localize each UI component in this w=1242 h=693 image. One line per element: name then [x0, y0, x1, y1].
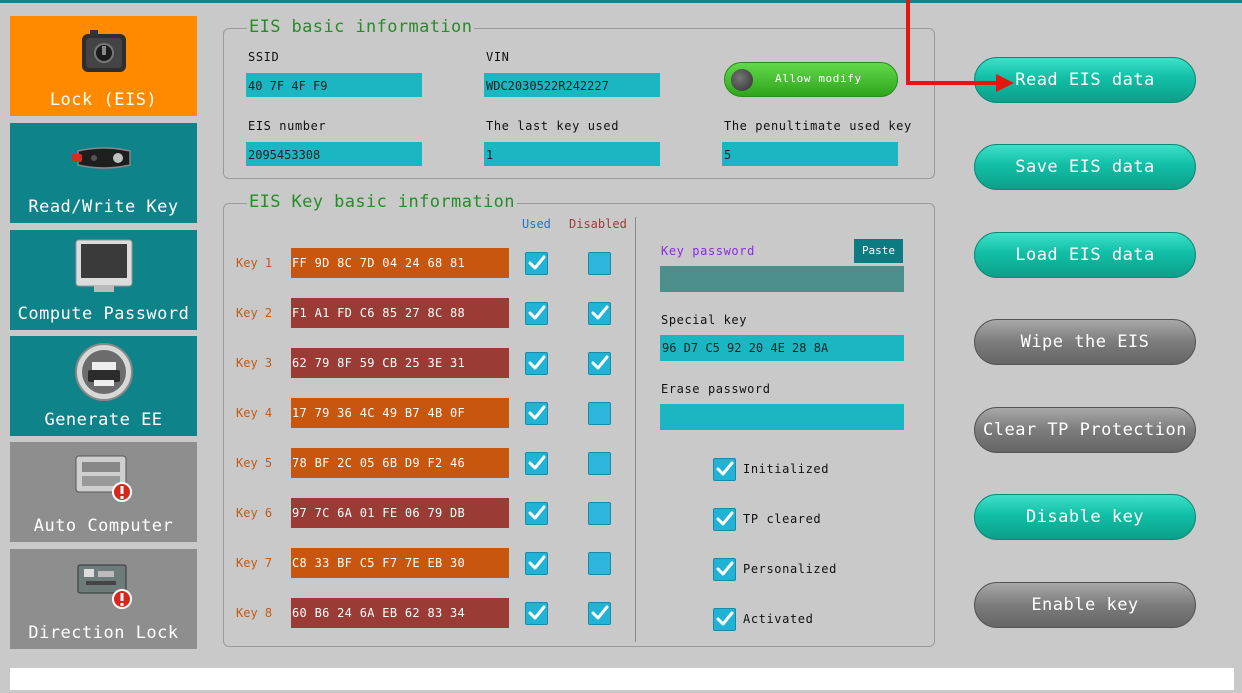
- disable-key-button[interactable]: Disable key: [974, 494, 1196, 540]
- erase-password-field[interactable]: [660, 404, 904, 430]
- save-eis-data-button[interactable]: Save EIS data: [974, 144, 1196, 190]
- car-key-icon: [10, 145, 197, 171]
- annotation-arrow-head-icon: [996, 74, 1014, 92]
- key-label: Key 6: [236, 506, 273, 520]
- key-value-field[interactable]: 17 79 36 4C 49 B7 4B 0F: [291, 398, 509, 428]
- eis-number-field[interactable]: 2095453308: [246, 142, 422, 166]
- clear-tp-protection-button[interactable]: Clear TP Protection: [974, 407, 1196, 453]
- used-checkbox[interactable]: [525, 602, 548, 625]
- vin-field[interactable]: WDC2030522R242227: [484, 73, 660, 97]
- sidebar-item-label: Direction Lock: [28, 623, 179, 643]
- allow-modify-toggle[interactable]: Allow modify: [724, 62, 898, 97]
- toggle-knob: [731, 69, 753, 91]
- eis-key-info-title: EIS Key basic information: [247, 192, 517, 212]
- status-checkbox[interactable]: [713, 458, 736, 481]
- penultimate-key-label: The penultimate used key: [724, 119, 912, 133]
- paste-button[interactable]: Paste: [854, 239, 903, 263]
- key-value-field[interactable]: C8 33 BF C5 F7 7E EB 30: [291, 548, 509, 578]
- status-checkbox[interactable]: [713, 608, 736, 631]
- key-label: Key 8: [236, 606, 273, 620]
- vin-label: VIN: [486, 50, 510, 64]
- annotation-arrow-line: [906, 81, 1002, 85]
- disabled-checkbox[interactable]: [588, 552, 611, 575]
- used-checkbox[interactable]: [525, 502, 548, 525]
- used-checkbox[interactable]: [525, 302, 548, 325]
- key-label: Key 5: [236, 456, 273, 470]
- sidebar-item-label: Generate EE: [44, 410, 163, 430]
- disabled-checkbox[interactable]: [588, 502, 611, 525]
- key-value-field[interactable]: FF 9D 8C 7D 04 24 68 81: [291, 248, 509, 278]
- top-bar: [0, 0, 1242, 3]
- status-checkbox[interactable]: [713, 508, 736, 531]
- key-label: Key 4: [236, 406, 273, 420]
- sidebar-item-generate-ee[interactable]: Generate EE: [10, 336, 197, 436]
- special-key-field[interactable]: 96 D7 C5 92 20 4E 28 8A: [660, 335, 904, 361]
- key-value-field[interactable]: 78 BF 2C 05 6B D9 F2 46: [291, 448, 509, 478]
- key-value-field[interactable]: 60 B6 24 6A EB 62 83 34: [291, 598, 509, 628]
- status-checkbox[interactable]: [713, 558, 736, 581]
- sidebar-item-read-write-key[interactable]: Read/Write Key: [10, 123, 197, 223]
- key-label: Key 7: [236, 556, 273, 570]
- disabled-checkbox[interactable]: [588, 352, 611, 375]
- ssid-label: SSID: [248, 50, 280, 64]
- last-key-field[interactable]: 1: [484, 142, 660, 166]
- disabled-checkbox[interactable]: [588, 452, 611, 475]
- computer-monitor-icon: [10, 238, 197, 294]
- sidebar-item-compute-password[interactable]: Compute Password: [10, 230, 197, 330]
- wipe-eis-button[interactable]: Wipe the EIS: [974, 319, 1196, 365]
- sidebar-item-label: Lock (EIS): [49, 90, 158, 110]
- disabled-checkbox[interactable]: [588, 302, 611, 325]
- printer-icon: [10, 342, 197, 402]
- status-bar: [10, 668, 1234, 690]
- last-key-label: The last key used: [486, 119, 620, 133]
- enable-key-button[interactable]: Enable key: [974, 582, 1196, 628]
- sidebar-item-auto-computer[interactable]: Auto Computer: [10, 442, 197, 542]
- sidebar-item-label: Read/Write Key: [28, 197, 179, 217]
- status-label: Personalized: [743, 562, 837, 576]
- lock-device-icon: [10, 28, 197, 76]
- disabled-column-header: Disabled: [569, 217, 627, 231]
- eis-basic-info-title: EIS basic information: [247, 17, 475, 37]
- annotation-arrow-shaft: [906, 0, 910, 85]
- key-value-field[interactable]: F1 A1 FD C6 85 27 8C 88: [291, 298, 509, 328]
- allow-modify-label: Allow modify: [775, 72, 862, 85]
- erase-password-label: Erase password: [661, 382, 771, 396]
- sidebar-item-lock-eis[interactable]: Lock (EIS): [10, 16, 197, 116]
- sidebar-item-label: Auto Computer: [33, 516, 174, 536]
- eis-number-label: EIS number: [248, 119, 327, 133]
- key-password-label: Key password: [661, 244, 755, 258]
- penultimate-key-field[interactable]: 5: [722, 142, 898, 166]
- used-column-header: Used: [522, 217, 551, 231]
- sidebar-item-direction-lock[interactable]: Direction Lock: [10, 549, 197, 649]
- disabled-checkbox[interactable]: [588, 602, 611, 625]
- used-checkbox[interactable]: [525, 402, 548, 425]
- ecu-warning-icon: [10, 450, 197, 506]
- used-checkbox[interactable]: [525, 552, 548, 575]
- key-value-field[interactable]: 97 7C 6A 01 FE 06 79 DB: [291, 498, 509, 528]
- load-eis-data-button[interactable]: Load EIS data: [974, 232, 1196, 278]
- disabled-checkbox[interactable]: [588, 402, 611, 425]
- key-label: Key 1: [236, 256, 273, 270]
- status-label: Activated: [743, 612, 814, 626]
- status-label: Initialized: [743, 462, 830, 476]
- key-label: Key 2: [236, 306, 273, 320]
- used-checkbox[interactable]: [525, 252, 548, 275]
- circuit-board-warning-icon: [10, 557, 197, 613]
- sidebar-item-label: Compute Password: [17, 304, 190, 324]
- key-value-field[interactable]: 62 79 8F 59 CB 25 3E 31: [291, 348, 509, 378]
- used-checkbox[interactable]: [525, 452, 548, 475]
- disabled-checkbox[interactable]: [588, 252, 611, 275]
- key-password-field[interactable]: [660, 266, 904, 292]
- ssid-field[interactable]: 40 7F 4F F9: [246, 73, 422, 97]
- column-divider: [635, 217, 636, 642]
- used-checkbox[interactable]: [525, 352, 548, 375]
- status-label: TP cleared: [743, 512, 822, 526]
- key-label: Key 3: [236, 356, 273, 370]
- special-key-label: Special key: [661, 313, 748, 327]
